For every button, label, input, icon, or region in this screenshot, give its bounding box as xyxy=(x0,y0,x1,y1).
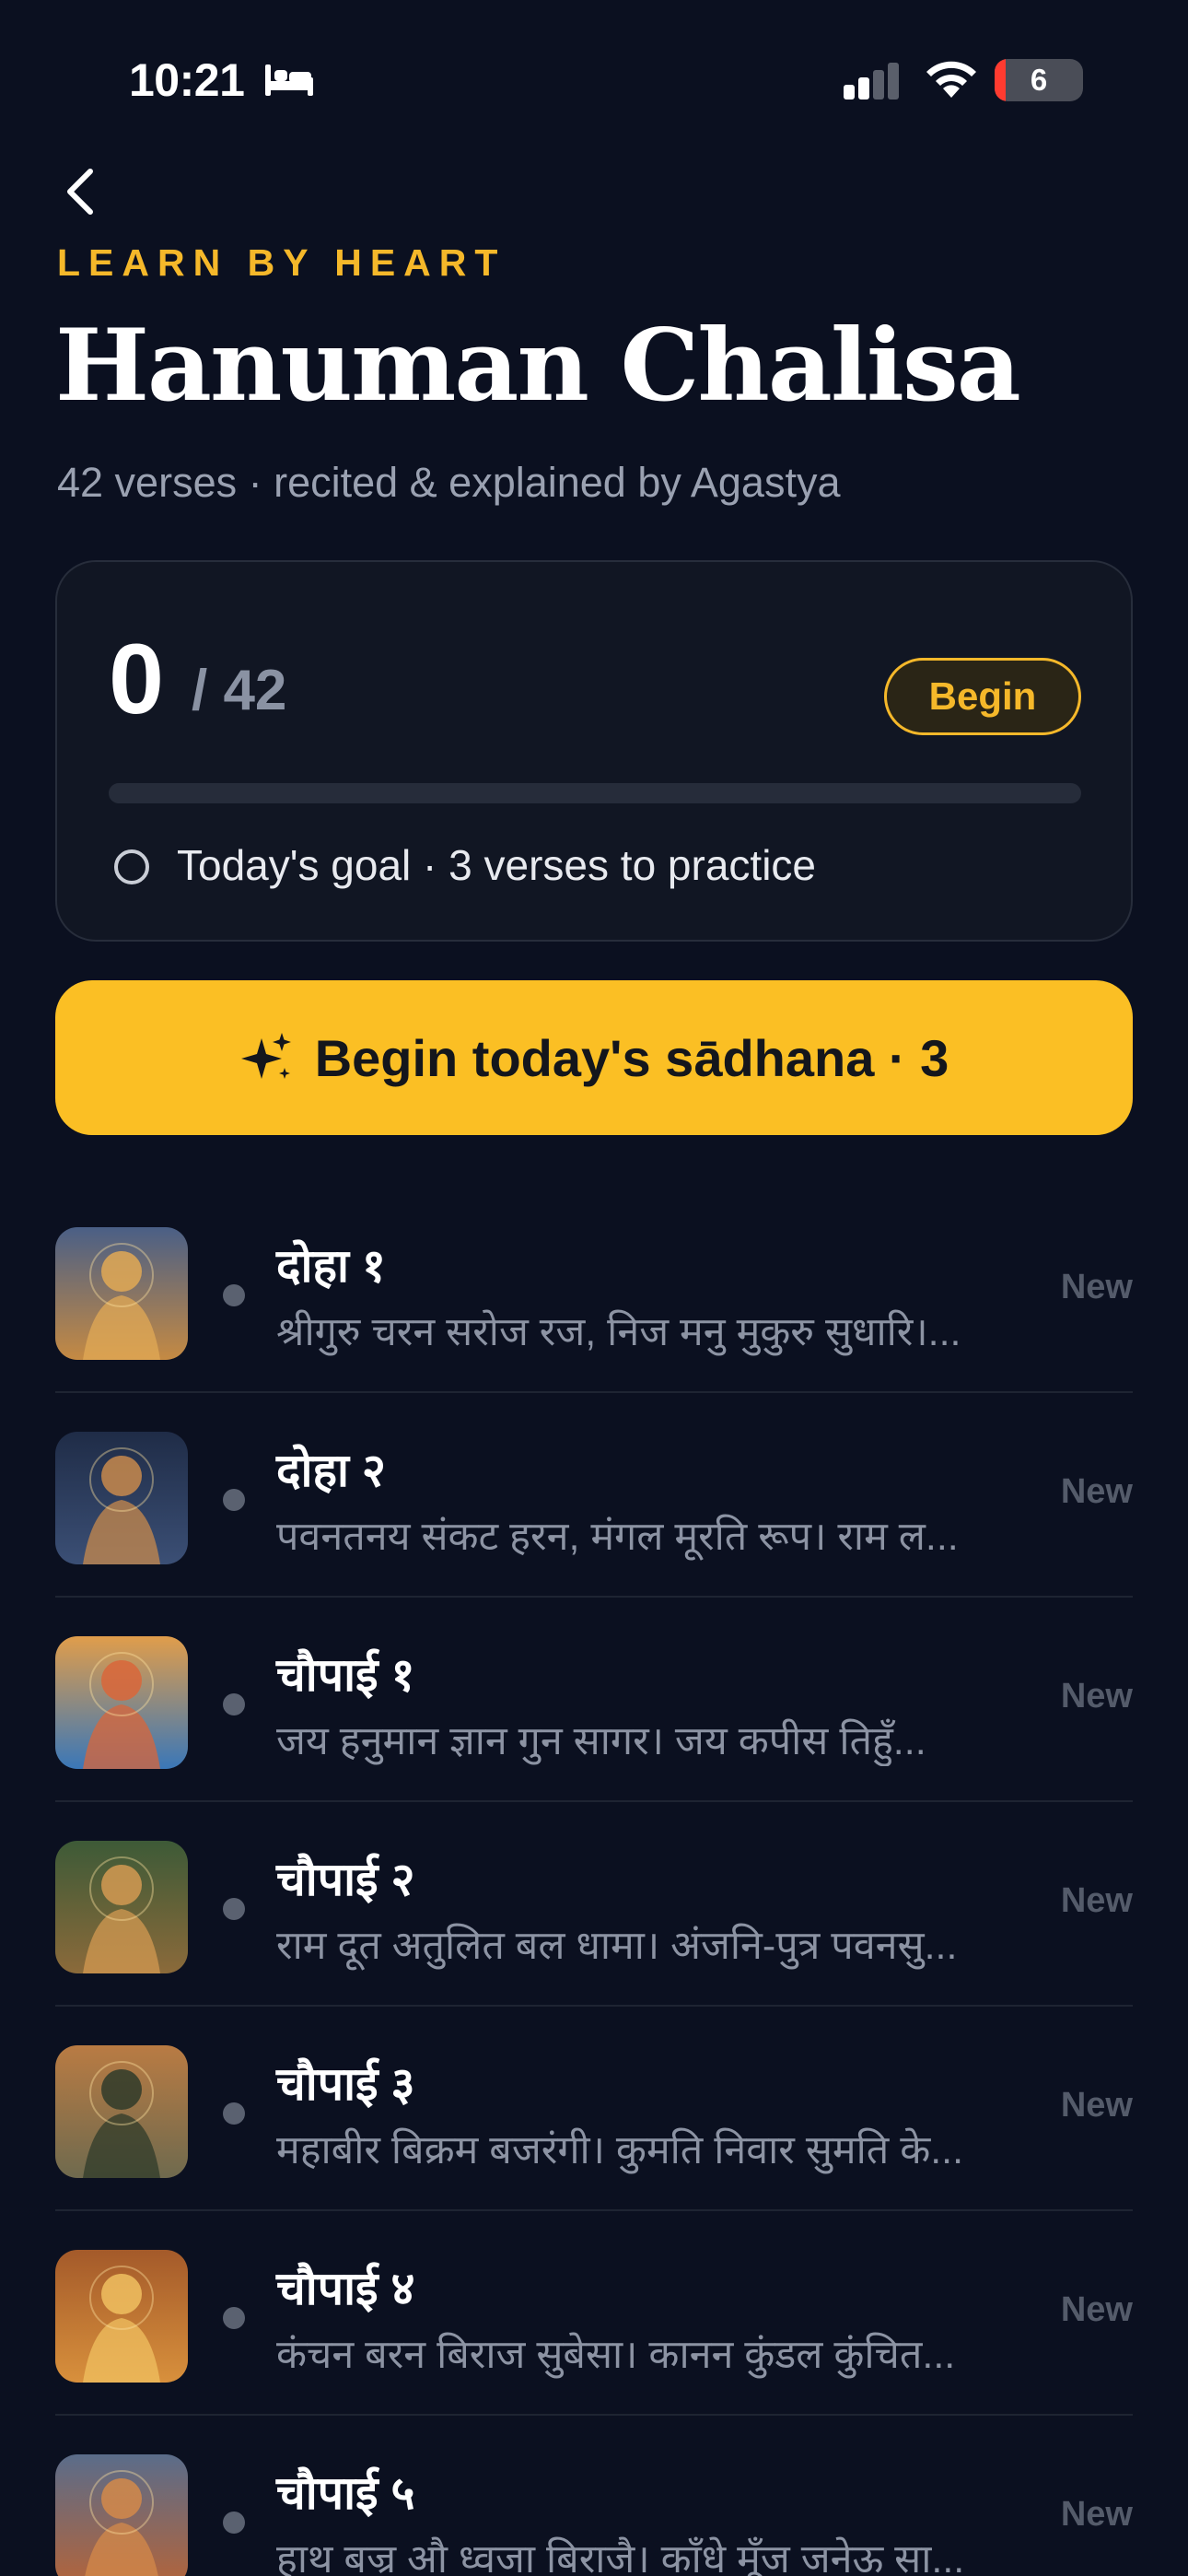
verse-status-dot xyxy=(223,2512,245,2534)
daily-goal-text: Today's goal · 3 verses to practice xyxy=(177,841,816,889)
verse-status-label: New xyxy=(1060,1472,1133,1511)
begin-button[interactable]: Begin xyxy=(884,658,1081,735)
progress-bar xyxy=(109,783,1081,803)
verse-snippet: कंचन बरन बिराज सुबेसा। कानन कुंडल कुंचित… xyxy=(276,2333,956,2377)
verse-snippet: राम दूत अतुलित बल धामा। अंजनि-पुत्र पवनस… xyxy=(276,1924,958,1968)
verse-illustration xyxy=(55,1227,188,1360)
section-overline: LEARN BY HEART xyxy=(57,241,507,284)
battery-tip xyxy=(1077,72,1083,88)
battery-level: 6 xyxy=(1030,63,1048,97)
verse-status-label: New xyxy=(1060,2290,1133,2329)
verse-status-label: New xyxy=(1060,1881,1133,1920)
wifi-icon xyxy=(926,61,976,98)
page-subtitle: 42 verses · recited & explained by Agast… xyxy=(57,459,841,506)
verse-illustration xyxy=(55,2045,188,2178)
verse-snippet: जय हनुमान ज्ञान गुन सागर। जय कपीस तिहुँ.… xyxy=(276,1719,926,1763)
verse-row[interactable]: दोहा १ श्रीगुरु चरन सरोज रज, निज मनु मुक… xyxy=(55,1188,1133,1393)
verse-illustration xyxy=(55,1841,188,1973)
progress-card: 0 / 42 Begin Today's goal · 3 verses to … xyxy=(55,560,1133,942)
sparkle-icon xyxy=(240,1033,291,1079)
verse-status-dot xyxy=(223,2102,245,2125)
page-title: Hanuman Chalisa xyxy=(55,308,1021,424)
verse-status-dot xyxy=(223,1898,245,1920)
verse-status-dot xyxy=(223,1284,245,1306)
verse-status-label: New xyxy=(1060,1677,1133,1715)
back-button[interactable] xyxy=(53,162,105,221)
verse-title: दोहा १ xyxy=(276,1240,386,1292)
verses-learned-count: 0 xyxy=(109,623,165,734)
verse-snippet: पवनतनय संकट हरन, मंगल मूरति रूप। राम ल..… xyxy=(276,1515,959,1559)
verse-thumbnail xyxy=(55,2454,188,2576)
sleep-focus-icon xyxy=(265,64,313,96)
verse-thumbnail xyxy=(55,1636,188,1769)
verse-status-dot xyxy=(223,2307,245,2329)
verse-status-dot xyxy=(223,1489,245,1511)
verse-illustration xyxy=(55,1636,188,1769)
verse-title: चौपाई ५ xyxy=(276,2467,415,2519)
verse-snippet: श्रीगुरु चरन सरोज रज, निज मनु मुकुरु सुध… xyxy=(276,1310,961,1354)
verse-row[interactable]: चौपाई ३ महाबीर बिक्रम बजरंगी। कुमति निवा… xyxy=(55,2007,1133,2211)
verse-row[interactable]: दोहा २ पवनतनय संकट हरन, मंगल मूरति रूप। … xyxy=(55,1393,1133,1598)
verse-title: चौपाई ३ xyxy=(276,2058,415,2110)
goal-circle-icon xyxy=(114,849,149,884)
verse-status-dot xyxy=(223,1693,245,1715)
verse-thumbnail xyxy=(55,1432,188,1564)
verse-illustration xyxy=(55,2250,188,2383)
verse-title: चौपाई १ xyxy=(276,1649,415,1701)
verse-thumbnail xyxy=(55,1227,188,1360)
verse-snippet: महाबीर बिक्रम बजरंगी। कुमति निवार सुमति … xyxy=(276,2128,964,2172)
verse-thumbnail xyxy=(55,2250,188,2383)
battery-indicator: 6 xyxy=(995,59,1083,101)
begin-sadhana-label: Begin today's sādhana · 3 xyxy=(314,1028,949,1087)
verse-row[interactable]: चौपाई ४ कंचन बरन बिराज सुबेसा। कानन कुंड… xyxy=(55,2211,1133,2416)
cellular-signal-icon xyxy=(844,63,899,100)
status-time: 10:21 xyxy=(129,54,245,106)
verse-row[interactable]: चौपाई २ राम दूत अतुलित बल धामा। अंजनि-पु… xyxy=(55,1802,1133,2007)
verse-snippet: हाथ बज्र औ ध्वजा बिराजै। काँधे मूँज जनेऊ… xyxy=(276,2537,965,2576)
verse-thumbnail xyxy=(55,2045,188,2178)
verse-row[interactable]: चौपाई ५ हाथ बज्र औ ध्वजा बिराजै। काँधे म… xyxy=(55,2416,1133,2576)
verse-status-label: New xyxy=(1060,2495,1133,2534)
verse-thumbnail xyxy=(55,1841,188,1973)
verse-illustration xyxy=(55,2454,188,2576)
verse-title: दोहा २ xyxy=(276,1445,386,1496)
verses-total-count: / 42 xyxy=(192,659,287,722)
verse-title: चौपाई २ xyxy=(276,1854,415,1905)
begin-sadhana-button[interactable]: Begin today's sādhana · 3 xyxy=(55,980,1133,1135)
verse-list: दोहा १ श्रीगुरु चरन सरोज रज, निज मनु मुक… xyxy=(55,1188,1133,2576)
verse-status-label: New xyxy=(1060,2086,1133,2125)
status-bar: 10:21 6 xyxy=(0,0,1188,161)
verse-title: चौपाई ४ xyxy=(276,2263,415,2314)
verse-status-label: New xyxy=(1060,1268,1133,1306)
verse-row[interactable]: चौपाई १ जय हनुमान ज्ञान गुन सागर। जय कपी… xyxy=(55,1598,1133,1802)
verse-illustration xyxy=(55,1432,188,1564)
